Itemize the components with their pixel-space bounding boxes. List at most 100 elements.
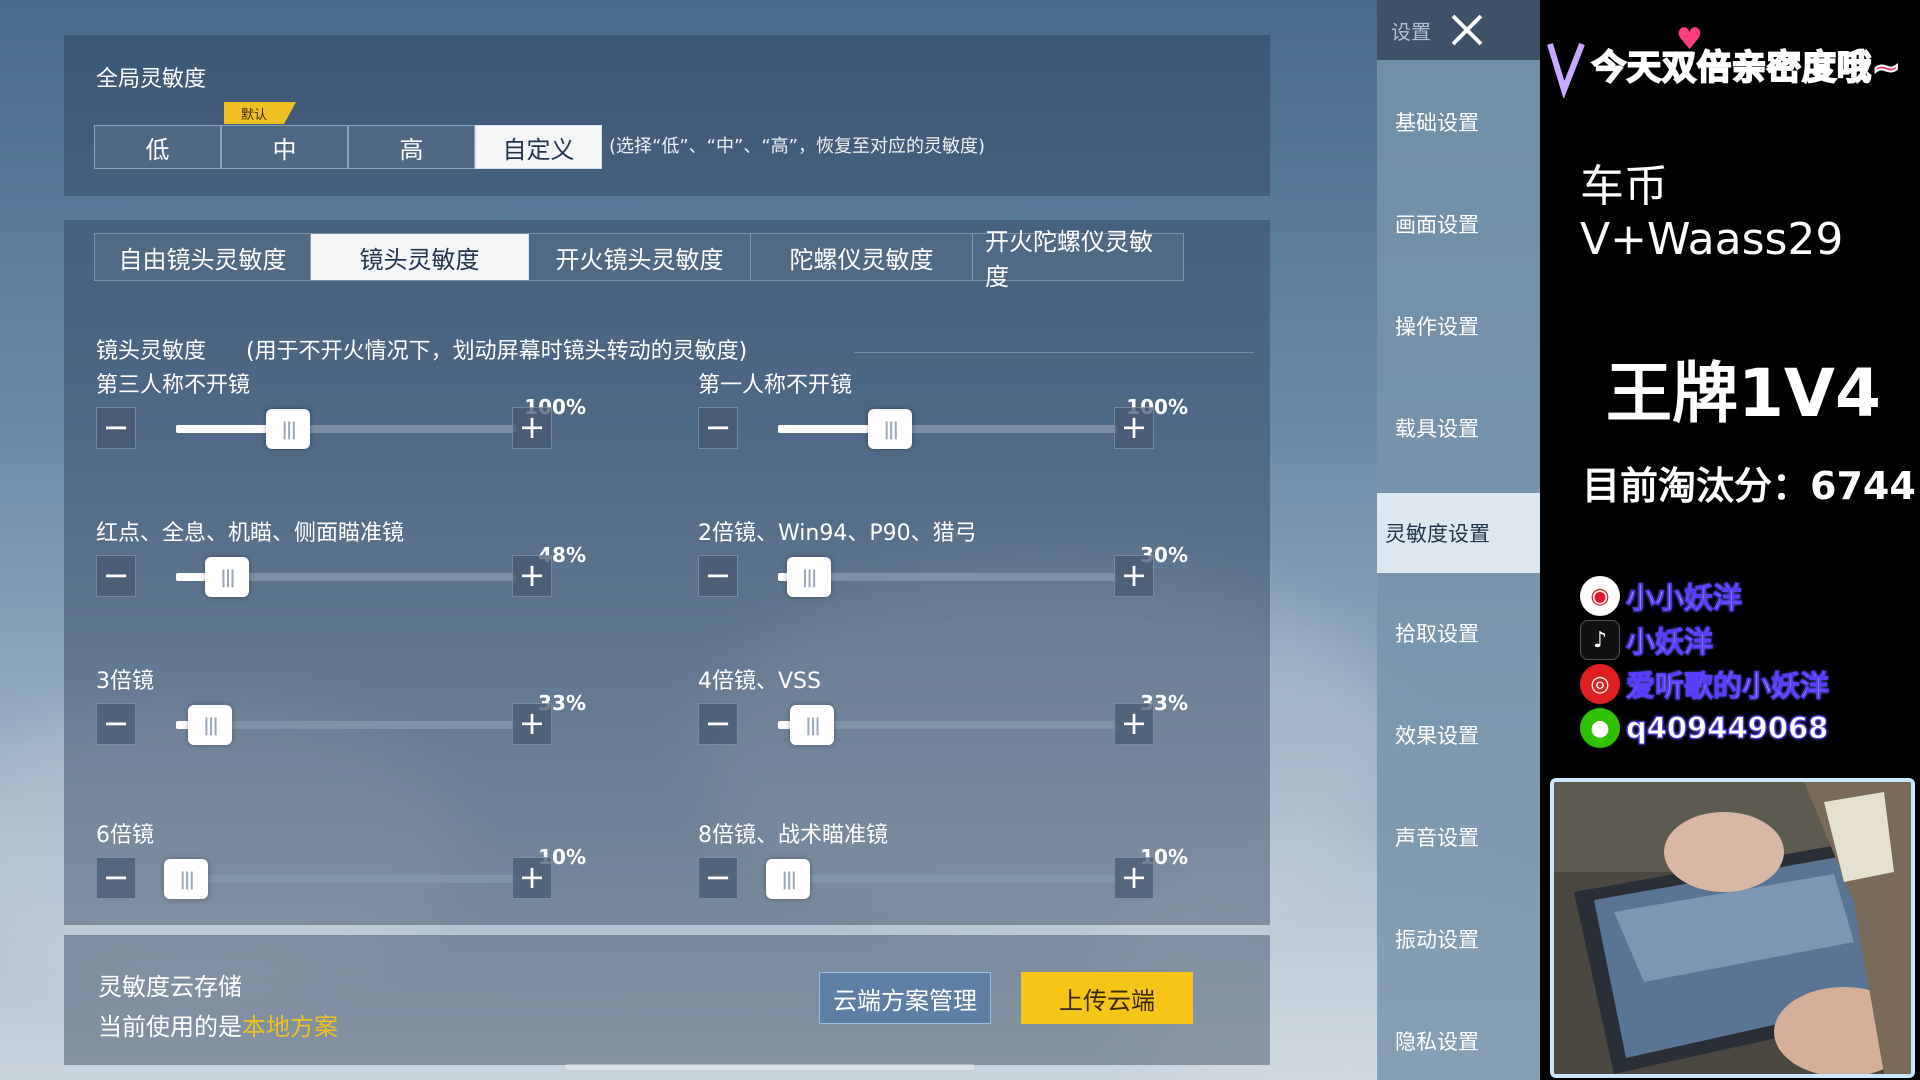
slider-thumb[interactable]: ||| xyxy=(266,409,311,449)
social-weibo-text: 小小妖洋 xyxy=(1625,581,1743,616)
tab-fire-camera-sensitivity[interactable]: 开火镜头灵敏度 xyxy=(529,234,751,280)
sensitivity-slider: 第一人称不开镜 100% − ||| + xyxy=(698,367,1198,487)
decrease-button[interactable]: − xyxy=(96,857,136,899)
nav-vehicle-settings[interactable]: 载具设置 xyxy=(1377,388,1540,468)
slider-label: 6倍镜 xyxy=(96,823,154,848)
wechat-icon: ● xyxy=(1580,708,1620,748)
stream-banner: 今天双倍亲密度哦~ ♥ xyxy=(1546,22,1920,100)
sensitivity-slider: 8倍镜、战术瞄准镜 10% − ||| + xyxy=(698,817,1198,925)
settings-header-label: 设置 xyxy=(1391,20,1431,44)
cloud-storage-title: 灵敏度云存储 xyxy=(98,973,242,1001)
slider-track[interactable]: ||| xyxy=(164,859,516,899)
slider-thumb[interactable]: ||| xyxy=(868,409,913,449)
decrease-button[interactable]: − xyxy=(698,857,738,899)
social-wechat: ● q409449068 xyxy=(1580,708,1829,748)
nav-audio-settings[interactable]: 声音设置 xyxy=(1377,797,1540,877)
game-settings-screen: 全局灵敏度 默认 低 中 高 自定义 (选择“低”、“中”、“高”，恢复至对应的… xyxy=(0,0,1540,1080)
decrease-button[interactable]: − xyxy=(698,407,738,449)
douyin-icon: ♪ xyxy=(1580,620,1620,660)
nav-control-settings[interactable]: 操作设置 xyxy=(1377,286,1540,366)
webcam-feed xyxy=(1550,778,1915,1078)
social-douyin-text: 小妖洋 xyxy=(1625,625,1714,660)
close-icon[interactable] xyxy=(1445,8,1489,52)
tab-fire-gyroscope-sensitivity[interactable]: 开火陀螺仪灵敏度 xyxy=(973,228,1183,291)
increase-button[interactable]: + xyxy=(512,857,552,899)
nav-vibration-settings[interactable]: 振动设置 xyxy=(1377,899,1540,979)
tab-camera-sensitivity[interactable]: 镜头灵敏度 xyxy=(311,234,529,280)
sensitivity-slider: 4倍镜、VSS 33% − ||| + xyxy=(698,663,1198,783)
decrease-button[interactable]: − xyxy=(698,703,738,745)
decrease-button[interactable]: − xyxy=(96,555,136,597)
sensitivity-slider: 第三人称不开镜 100% − ||| + xyxy=(96,367,596,487)
slider-label: 3倍镜 xyxy=(96,669,154,694)
cloud-plan-manage-button[interactable]: 云端方案管理 xyxy=(819,972,991,1024)
slider-label: 2倍镜、Win94、P90、猎弓 xyxy=(698,521,977,546)
settings-header: 设置 xyxy=(1377,0,1540,60)
increase-button[interactable]: + xyxy=(1114,407,1154,449)
level-high-button[interactable]: 高 xyxy=(348,125,475,169)
slider-track[interactable]: ||| xyxy=(766,859,1118,899)
slider-label: 8倍镜、战术瞄准镜 xyxy=(698,823,888,848)
nav-graphics-settings[interactable]: 画面设置 xyxy=(1377,184,1540,264)
overlay-text-line3: 目前淘汰分：6744 xyxy=(1582,464,1916,508)
slider-thumb[interactable]: ||| xyxy=(188,705,232,745)
slider-thumb[interactable]: ||| xyxy=(790,705,834,745)
nav-effect-settings[interactable]: 效果设置 xyxy=(1377,695,1540,775)
cloud-storage-panel: 灵敏度云存储 当前使用的是本地方案 云端方案管理 上传云端 xyxy=(64,935,1270,1065)
slider-track[interactable]: ||| xyxy=(778,409,1118,449)
decrease-button[interactable]: − xyxy=(96,407,136,449)
slider-label: 红点、全息、机瞄、侧面瞄准镜 xyxy=(96,521,405,546)
current-plan-text: 当前使用的是本地方案 xyxy=(98,1007,338,1042)
increase-button[interactable]: + xyxy=(512,407,552,449)
global-sensitivity-title: 全局灵敏度 xyxy=(96,67,207,92)
tab-free-camera-sensitivity[interactable]: 自由镜头灵敏度 xyxy=(95,234,311,280)
sensitivity-panel: 自由镜头灵敏度 镜头灵敏度 开火镜头灵敏度 陀螺仪灵敏度 开火陀螺仪灵敏度 镜头… xyxy=(64,220,1270,925)
increase-button[interactable]: + xyxy=(1114,703,1154,745)
slider-thumb[interactable]: ||| xyxy=(786,557,831,597)
nav-basic-settings[interactable]: 基础设置 xyxy=(1377,82,1540,162)
settings-side-nav: 设置 基础设置 画面设置 操作设置 载具设置 灵敏度设置 拾取设置 效果设置 声… xyxy=(1377,0,1540,1080)
nav-privacy-settings[interactable]: 隐私设置 xyxy=(1377,1001,1540,1080)
slider-thumb[interactable]: ||| xyxy=(164,859,209,899)
stream-overlay: 今天双倍亲密度哦~ ♥ 车币V+Waass29 王牌1V4 目前淘汰分：6744… xyxy=(1540,0,1920,1080)
slider-track[interactable]: ||| xyxy=(176,557,516,597)
slider-thumb[interactable]: ||| xyxy=(205,557,249,597)
social-douyin: ♪ 小妖洋 xyxy=(1580,620,1714,660)
slider-track[interactable]: ||| xyxy=(176,705,516,745)
increase-button[interactable]: + xyxy=(1114,857,1154,899)
slider-label: 第三人称不开镜 xyxy=(96,373,251,398)
weibo-icon: ◉ xyxy=(1580,576,1620,616)
overlay-text-line2: 王牌1V4 xyxy=(1606,355,1881,432)
level-medium-button[interactable]: 中 xyxy=(221,125,348,169)
sensitivity-slider: 6倍镜 10% − ||| + xyxy=(96,817,596,925)
increase-button[interactable]: + xyxy=(1114,555,1154,597)
slider-track[interactable]: ||| xyxy=(778,557,1118,597)
level-low-button[interactable]: 低 xyxy=(94,125,221,169)
slider-track[interactable]: ||| xyxy=(176,409,516,449)
nav-sensitivity-settings[interactable]: 灵敏度设置 xyxy=(1377,493,1540,573)
slider-label: 4倍镜、VSS xyxy=(698,669,821,694)
decrease-button[interactable]: − xyxy=(96,703,136,745)
social-weibo: ◉ 小小妖洋 xyxy=(1580,576,1743,616)
sensitivity-tabs: 自由镜头灵敏度 镜头灵敏度 开火镜头灵敏度 陀螺仪灵敏度 开火陀螺仪灵敏度 xyxy=(94,228,1184,291)
overlay-text-line1: 车币V+Waass29 xyxy=(1580,161,1844,265)
heart-icon: ♥ xyxy=(1676,22,1703,57)
level-custom-button[interactable]: 自定义 xyxy=(475,125,602,169)
tab-gyroscope-sensitivity[interactable]: 陀螺仪灵敏度 xyxy=(751,234,973,280)
current-plan-name: 本地方案 xyxy=(242,1013,338,1041)
webcam-image xyxy=(1554,782,1911,1074)
sensitivity-slider: 2倍镜、Win94、P90、猎弓 30% − ||| + xyxy=(698,515,1198,635)
social-netease-text: 爱听歌的小妖洋 xyxy=(1625,669,1830,704)
scroll-indicator xyxy=(565,1064,975,1070)
nav-pickup-settings[interactable]: 拾取设置 xyxy=(1377,593,1540,673)
increase-button[interactable]: + xyxy=(512,703,552,745)
sensitivity-slider: 3倍镜 33% − ||| + xyxy=(96,663,596,783)
current-plan-prefix: 当前使用的是 xyxy=(98,1013,242,1041)
slider-track[interactable]: ||| xyxy=(778,705,1118,745)
upload-cloud-button[interactable]: 上传云端 xyxy=(1021,972,1193,1024)
increase-button[interactable]: + xyxy=(512,555,552,597)
slider-thumb[interactable]: ||| xyxy=(766,859,811,899)
decrease-button[interactable]: − xyxy=(698,555,738,597)
slider-label: 第一人称不开镜 xyxy=(698,373,853,398)
default-tag: 默认 xyxy=(224,102,296,124)
